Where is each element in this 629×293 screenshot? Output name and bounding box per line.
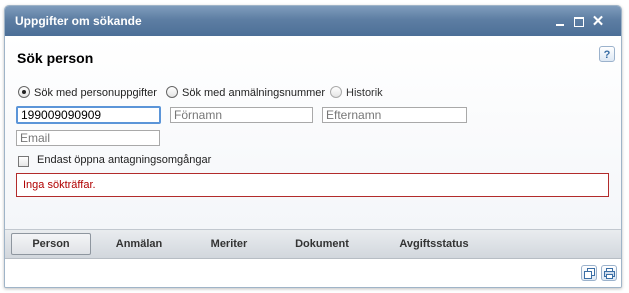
maximize-icon[interactable] [572, 15, 586, 28]
tab-documents[interactable]: Dokument [277, 233, 367, 255]
tab-application[interactable]: Anmälan [101, 233, 177, 255]
print-icon[interactable] [601, 265, 617, 281]
window-titlebar[interactable]: Uppgifter om sökande ✕ [5, 6, 621, 36]
radio-unchecked-icon [330, 86, 342, 98]
radio-history[interactable]: Historik [330, 85, 390, 101]
applicant-info-window: Uppgifter om sökande ✕ Sök person ? Sök … [4, 5, 622, 288]
radio-unchecked-icon [166, 86, 178, 98]
radio-search-by-application-number[interactable]: Sök med anmälningsnummer [166, 85, 336, 101]
section-title: Sök person [17, 50, 94, 66]
minimize-icon[interactable] [553, 15, 567, 28]
no-results-message: Inga sökträffar. [16, 173, 609, 197]
tab-person[interactable]: Person [11, 233, 91, 255]
window-footer [5, 259, 621, 287]
open-rounds-only-label: Endast öppna antagningsomgångar [37, 154, 212, 166]
radio-checked-icon [18, 86, 30, 98]
search-panel: Sök person ? Sök med personuppgifter Sök… [5, 36, 621, 229]
tab-merits[interactable]: Meriter [189, 233, 269, 255]
email-input[interactable] [16, 130, 160, 146]
first-name-input[interactable] [170, 107, 313, 123]
personal-number-input[interactable] [16, 106, 161, 124]
open-rounds-only-checkbox[interactable] [18, 156, 29, 167]
last-name-input[interactable] [322, 107, 467, 123]
radio-search-by-personal-data[interactable]: Sök med personuppgifter [18, 85, 170, 101]
copy-icon[interactable] [581, 265, 597, 281]
close-icon[interactable]: ✕ [591, 14, 605, 29]
tab-bar: Person Anmälan Meriter Dokument Avgiftss… [5, 229, 621, 259]
tab-fee-status[interactable]: Avgiftsstatus [379, 233, 489, 255]
window-title: Uppgifter om sökande [15, 14, 142, 28]
help-icon[interactable]: ? [599, 46, 615, 62]
